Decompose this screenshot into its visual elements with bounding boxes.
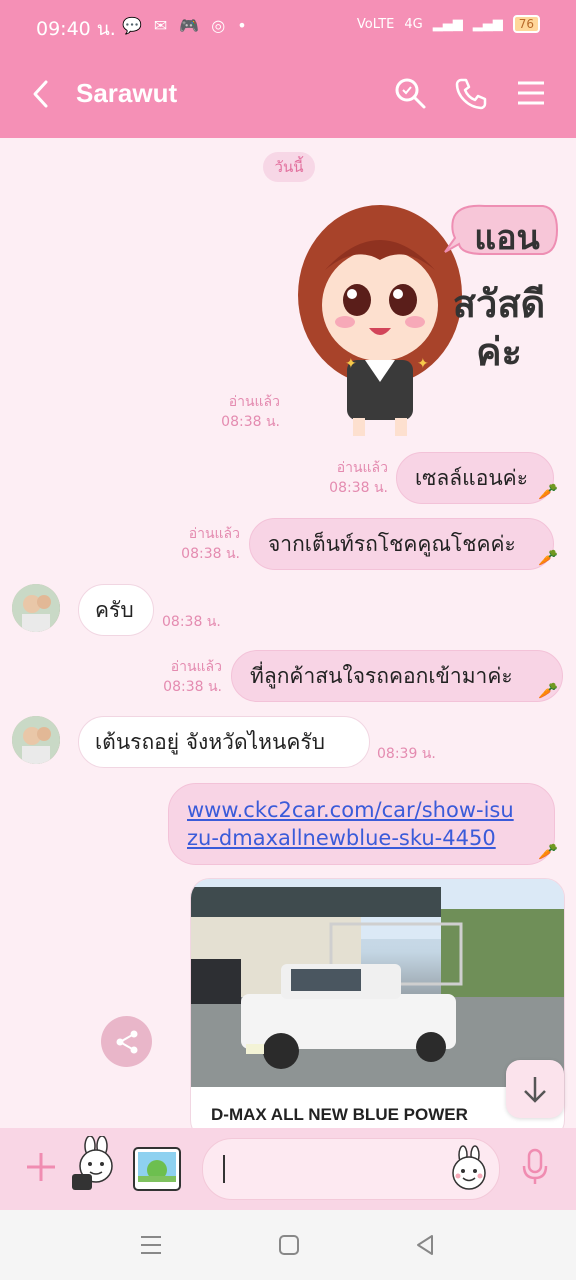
mic-icon[interactable] [520,1148,550,1190]
read-label: อ่านแล้ว [188,526,240,542]
avatar[interactable] [12,584,60,632]
outgoing-message[interactable]: จากเต็นท์รถโชคคูณโชคค่ะ [249,518,554,570]
carrot-icon: 🥕 [538,482,558,501]
sticker-meta: อ่านแล้ว 08:38 น. [200,392,280,432]
dot-icon: • [237,16,247,35]
chat-area[interactable]: วันนี้ อ่านแล้ว 08:38 น. ✦ ✦ แอน สวัสดีค่… [0,138,576,1140]
sticker-text-top: แอน [474,218,540,258]
sticker-text-bottom: สวัสดีค่ะ [452,282,546,374]
message-meta: อ่านแล้ว 08:38 น. [152,524,240,564]
system-nav-bar [0,1210,576,1280]
gallery-icon[interactable] [132,1144,182,1198]
chat-title[interactable]: Sarawut [76,78,177,109]
plus-icon[interactable] [24,1150,58,1188]
sticker-cony-icon[interactable] [68,1135,124,1200]
notification-icons: 💬 ✉ 🎮 ◎ • [122,16,247,35]
message-input[interactable] [202,1138,500,1200]
date-chip: วันนี้ [263,152,315,182]
network-label: 4G [404,16,423,32]
outgoing-message[interactable]: ที่ลูกค้าสนใจรถคอกเข้ามาค่ะ [231,650,563,702]
read-label: อ่านแล้ว [170,659,222,675]
signal-icon: ▂▄▆ [432,16,463,32]
carrot-icon: 🥕 [538,548,558,567]
system-icons: VoLTE 4G ▂▄▆ ▂▄▆ 76 [357,15,540,33]
message-text: ครับ [95,597,134,622]
message-meta: อ่านแล้ว 08:38 น. [300,458,388,498]
message-time: 08:38 น. [163,679,222,695]
share-icon[interactable] [101,1016,152,1067]
link-message[interactable]: www.ckc2car.com/car/show-isu zu-dmaxalln… [168,783,555,865]
incoming-message[interactable]: ครับ [78,584,154,636]
message-text: เซลล์แอนค่ะ [415,465,528,490]
svg-text:✦: ✦ [345,356,357,372]
phone-icon[interactable] [454,76,488,114]
incoming-message[interactable]: เต้นรถอยู่ จังหวัดไหนครับ [78,716,370,768]
message-text: จากเต็นท์รถโชคคูณโชคค่ะ [268,531,516,556]
signal2-icon: ▂▄▆ [472,16,503,32]
game-notification-icon: 🎮 [179,16,200,35]
volte-label: VoLTE [356,16,395,32]
line-notification-icon: 💬 [122,16,142,35]
car-photo [191,879,564,1087]
carrot-icon: 🥕 [538,842,558,861]
home-icon[interactable] [278,1234,300,1260]
card-title: D-MAX ALL NEW BLUE POWER [211,1105,468,1124]
avatar[interactable] [12,716,60,764]
greeting-sticker[interactable]: ✦ ✦ แอน สวัสดีค่ะ [285,200,565,440]
menu-icon[interactable] [516,76,546,114]
message-time: 08:39 น. [377,746,436,762]
message-link[interactable]: www.ckc2car.com/car/show-isu [187,796,514,824]
message-text: เต้นรถอยู่ จังหวัดไหนครับ [95,729,326,754]
message-time: 08:38 น. [181,546,240,562]
instagram-notification-icon: ◎ [211,16,226,35]
battery-icon: 76 [512,15,540,33]
outgoing-message[interactable]: เซลล์แอนค่ะ [396,452,554,504]
status-time: 09:40 น. [36,18,116,40]
message-time: 08:38 น. [329,480,388,496]
carrot-icon: 🥕 [538,681,558,700]
back-nav-icon[interactable] [414,1234,436,1260]
messenger-notification-icon: ✉ [153,16,168,35]
message-time: 08:38 น. [162,614,221,630]
search-icon[interactable] [393,76,427,114]
message-meta: อ่านแล้ว 08:38 น. [134,657,222,697]
chevron-left-icon[interactable] [28,76,54,116]
recent-apps-icon[interactable] [140,1234,162,1260]
read-label: อ่านแล้ว [228,394,280,410]
message-link[interactable]: zu-dmaxallnewblue-sku-4450 [187,824,496,852]
message-text: ที่ลูกค้าสนใจรถคอกเข้ามาค่ะ [250,663,513,688]
emoji-icon[interactable] [447,1145,491,1195]
message-time: 08:38 น. [221,414,280,430]
arrow-down-icon[interactable] [506,1060,564,1118]
text-cursor [223,1155,225,1183]
input-bar [0,1128,576,1210]
status-bar: 09:40 น. 💬 ✉ 🎮 ◎ • VoLTE 4G ▂▄▆ ▂▄▆ 76 [0,0,576,52]
read-label: อ่านแล้ว [336,460,388,476]
svg-text:✦: ✦ [417,356,429,372]
chat-header: Sarawut [0,52,576,138]
